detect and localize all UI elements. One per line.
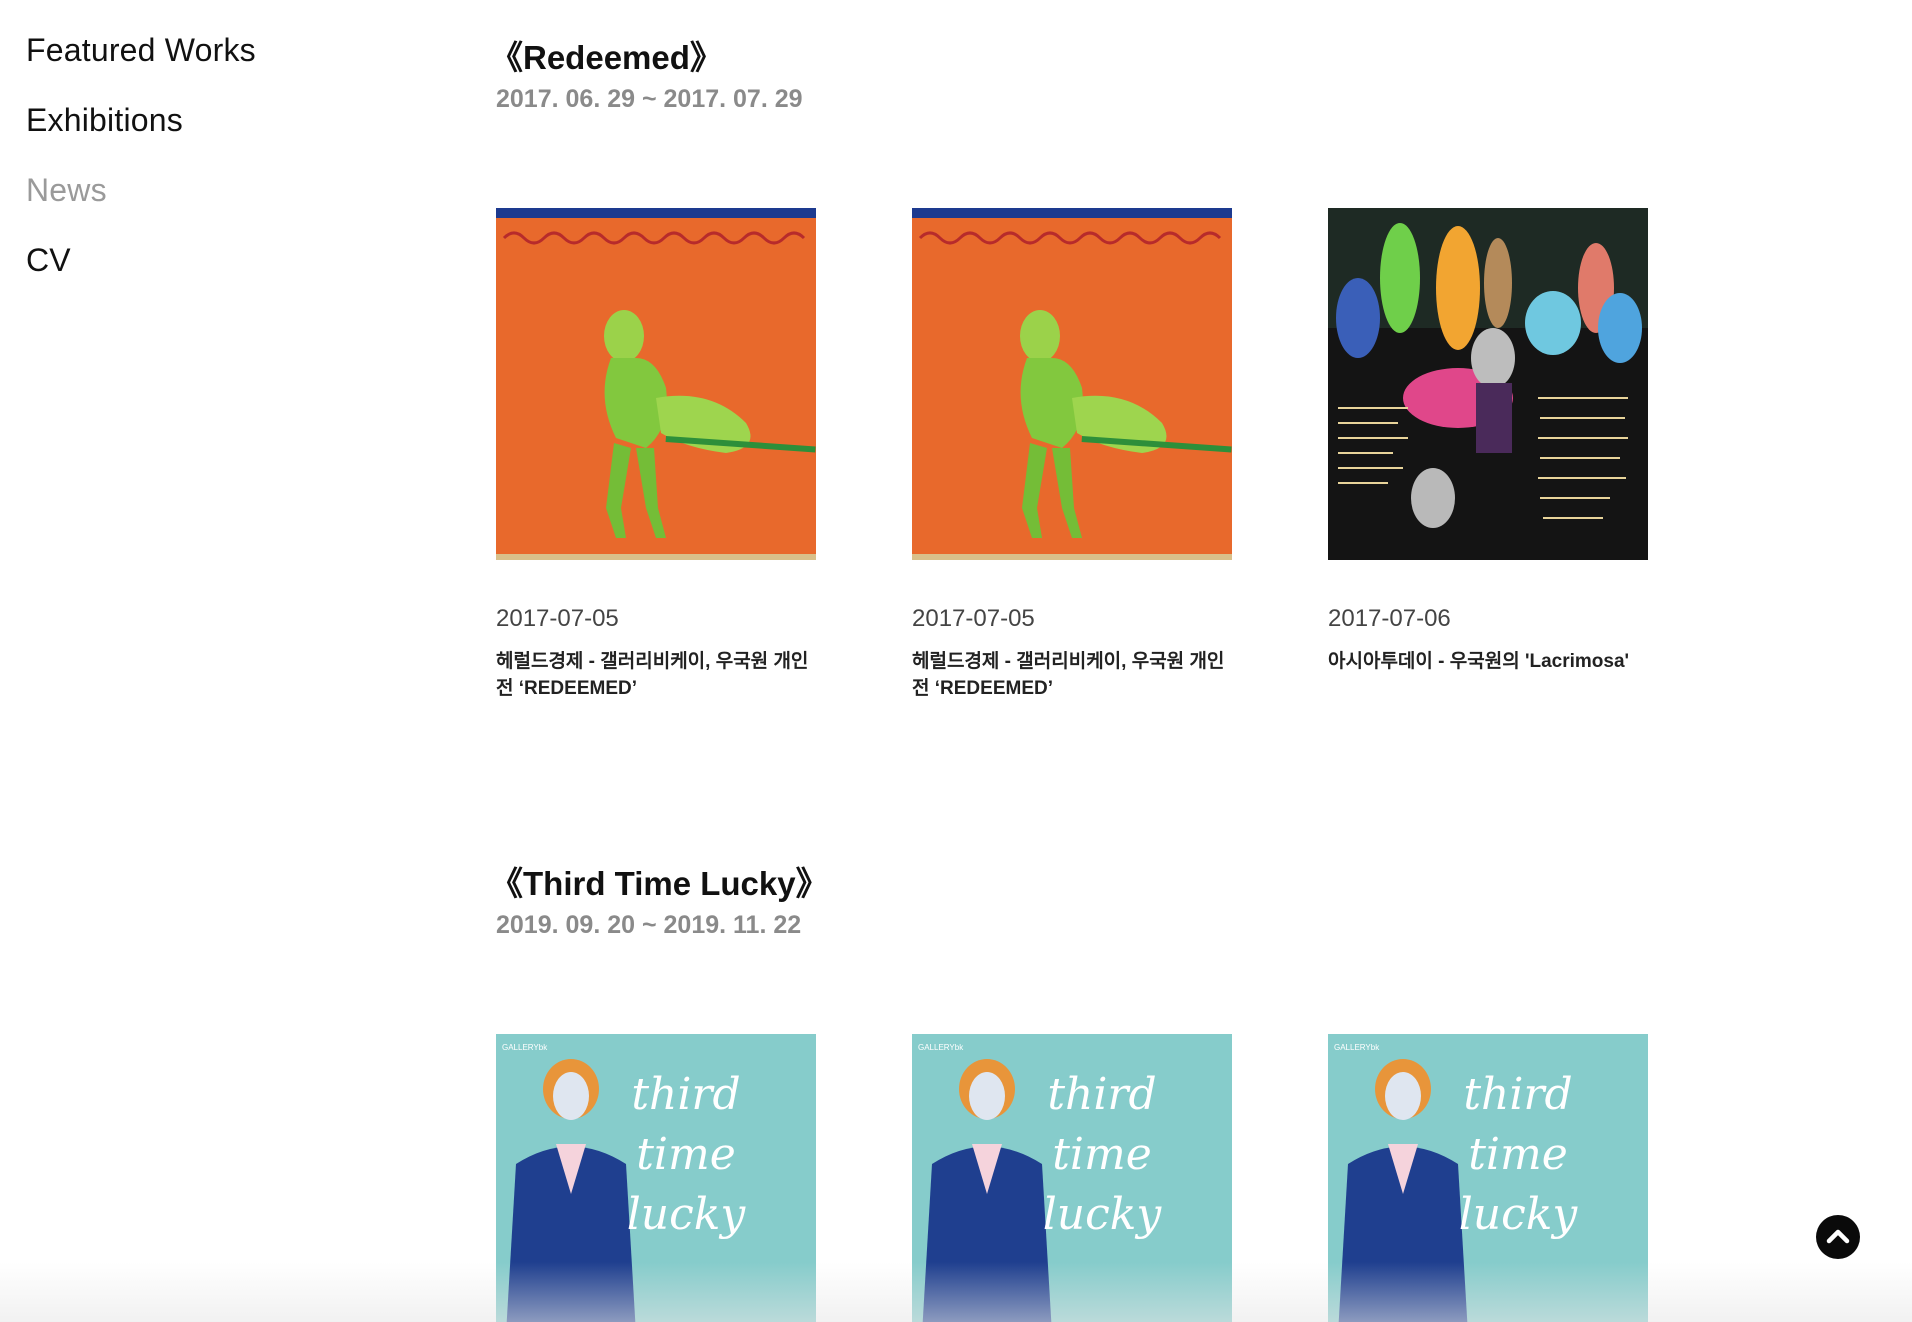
- exhibition-dates: 2017. 06. 29 ~ 2017. 07. 29: [496, 85, 803, 113]
- svg-text:GALLERYbk: GALLERYbk: [918, 1043, 964, 1052]
- orange-figure-painting: [496, 208, 816, 560]
- sidebar-item-featured-works[interactable]: Featured Works: [26, 30, 326, 70]
- sidebar-nav: Featured Works Exhibitions News CV: [26, 30, 326, 310]
- news-date: 2017-07-05: [496, 605, 619, 632]
- exhibition-title: 《Redeemed》: [490, 39, 723, 76]
- news-thumbnail[interactable]: GALLERYbk third time lucky: [496, 1034, 816, 1322]
- news-thumbnail[interactable]: [496, 208, 816, 560]
- svg-text:time: time: [1468, 1129, 1568, 1180]
- third-time-lucky-poster: GALLERYbk third time lucky: [496, 1034, 816, 1322]
- third-time-lucky-poster: GALLERYbk third time lucky: [1328, 1034, 1648, 1322]
- svg-text:lucky: lucky: [1043, 1189, 1163, 1240]
- exhibition-title: 《Third Time Lucky》: [490, 865, 829, 902]
- svg-text:GALLERYbk: GALLERYbk: [1334, 1043, 1380, 1052]
- news-title-link[interactable]: 아시아투데이 - 우국원의 'Lacrimosa': [1328, 648, 1650, 675]
- svg-text:third: third: [1463, 1069, 1572, 1120]
- orange-figure-painting: [912, 208, 1232, 560]
- chevron-up-icon: [1826, 1229, 1850, 1244]
- exhibition-dates: 2019. 09. 20 ~ 2019. 11. 22: [496, 911, 802, 939]
- news-date: 2017-07-06: [1328, 605, 1451, 632]
- svg-text:time: time: [636, 1129, 736, 1180]
- news-thumbnail[interactable]: GALLERYbk third time lucky: [912, 1034, 1232, 1322]
- sidebar-item-news[interactable]: News: [26, 170, 326, 210]
- svg-text:time: time: [1052, 1129, 1152, 1180]
- svg-text:lucky: lucky: [627, 1189, 747, 1240]
- news-thumbnail[interactable]: [912, 208, 1232, 560]
- news-title-link[interactable]: 헤럴드경제 - 갤러리비케이, 우국원 개인전 ‘REDEEMED’: [912, 648, 1234, 702]
- svg-text:lucky: lucky: [1459, 1189, 1579, 1240]
- sidebar-item-exhibitions[interactable]: Exhibitions: [26, 100, 326, 140]
- svg-text:third: third: [1047, 1069, 1156, 1120]
- news-date: 2017-07-05: [912, 605, 1035, 632]
- news-thumbnail[interactable]: GALLERYbk third time lucky: [1328, 1034, 1648, 1322]
- svg-text:GALLERYbk: GALLERYbk: [502, 1043, 548, 1052]
- scroll-to-top-button[interactable]: [1816, 1215, 1860, 1259]
- third-time-lucky-poster: GALLERYbk third time lucky: [912, 1034, 1232, 1322]
- bears-painting: [1328, 208, 1648, 560]
- news-thumbnail[interactable]: [1328, 208, 1648, 560]
- svg-text:third: third: [631, 1069, 740, 1120]
- sidebar-item-cv[interactable]: CV: [26, 240, 326, 280]
- news-title-link[interactable]: 헤럴드경제 - 갤러리비케이, 우국원 개인전 ‘REDEEMED’: [496, 648, 818, 702]
- page: Featured Works Exhibitions News CV 《Rede…: [0, 0, 1912, 1322]
